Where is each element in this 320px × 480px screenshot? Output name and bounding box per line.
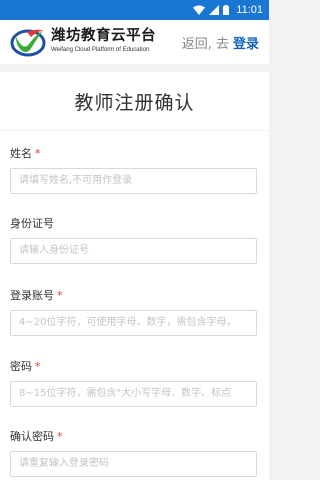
brand-name: 潍坊教育云平台 xyxy=(51,28,156,44)
back-link[interactable]: 返回, 去 xyxy=(182,37,229,52)
brand-block: 潍坊教育云平台 Weifang Cloud Platform of Educat… xyxy=(51,28,156,54)
account-input[interactable]: 4~20位字符，可使用字母、数字，需包含字母， xyxy=(10,310,257,336)
required-mark: * xyxy=(57,289,63,302)
battery-icon xyxy=(223,5,230,15)
name-input[interactable]: 请填写姓名,不可用作登录 xyxy=(10,168,257,194)
required-mark: * xyxy=(35,360,41,373)
brand-subtitle: Weifang Cloud Platform of Education xyxy=(51,47,150,53)
name-field: 姓名 * 请填写姓名,不可用作登录 xyxy=(10,146,259,194)
id-number-input[interactable]: 请输入身份证号 xyxy=(10,238,257,264)
required-mark: * xyxy=(35,147,41,160)
page-title-band: 教师注册确认 xyxy=(0,72,269,130)
field-label: 身份证号 xyxy=(10,217,54,230)
wifi-icon xyxy=(193,5,206,15)
login-link[interactable]: 登录 xyxy=(233,37,259,52)
page-title: 教师注册确认 xyxy=(74,91,195,114)
field-label: 登录账号 * xyxy=(10,289,63,302)
id-number-field: 身份证号 请输入身份证号 xyxy=(10,216,259,264)
field-label: 姓名 * xyxy=(10,147,41,160)
status-bar: 11:01 xyxy=(0,0,269,20)
signal-icon xyxy=(209,5,220,15)
password-input[interactable]: 8~15位字符，需包含"大小写字母、数字、标点 xyxy=(10,381,257,407)
status-time: 11:01 xyxy=(236,4,263,16)
nav-links: 返回, 去登录 xyxy=(182,33,259,52)
field-label: 密码 * xyxy=(10,360,41,373)
app-header: 潍坊教育云平台 Weifang Cloud Platform of Educat… xyxy=(0,20,269,64)
password-field: 密码 * 8~15位字符，需包含"大小写字母、数字、标点 xyxy=(10,359,259,407)
confirm-password-field: 确认密码 * 请重复输入登录密码 xyxy=(10,429,259,477)
field-label: 确认密码 * xyxy=(10,430,63,443)
app-logo xyxy=(10,29,46,57)
registration-form: 姓名 * 请填写姓名,不可用作登录 身份证号 请输入身份证号 登录账号 * 4~20… xyxy=(0,131,269,480)
confirm-password-input[interactable]: 请重复输入登录密码 xyxy=(10,451,257,477)
required-mark: * xyxy=(57,430,63,443)
account-field: 登录账号 * 4~20位字符，可使用字母、数字，需包含字母， xyxy=(10,288,259,336)
